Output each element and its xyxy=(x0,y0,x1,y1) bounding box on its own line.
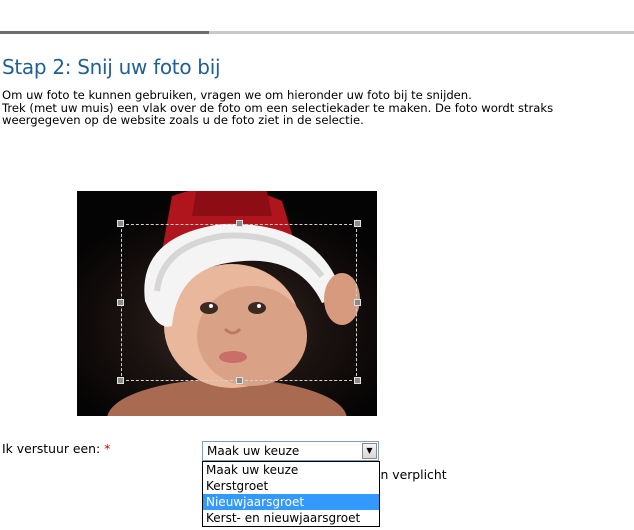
greeting-type-select[interactable]: Maak uw keuze ▼ xyxy=(202,441,379,461)
option-kerstgroet[interactable]: Kerstgroet xyxy=(203,478,379,494)
crop-handle-middle-left[interactable] xyxy=(117,299,124,306)
greeting-type-label-text: Ik verstuur een: xyxy=(2,441,101,456)
instruction-line: Om uw foto te kunnen gebruiken, vragen w… xyxy=(2,88,472,102)
crop-handle-bottom-middle[interactable] xyxy=(236,377,243,384)
instructions: Om uw foto te kunnen gebruiken, vragen w… xyxy=(2,89,627,127)
option-kerst-en-nieuwjaarsgroet[interactable]: Kerst- en nieuwjaarsgroet xyxy=(203,510,379,526)
crop-selection-box[interactable] xyxy=(121,224,357,381)
crop-handle-middle-right[interactable] xyxy=(354,299,361,306)
greeting-type-options[interactable]: Maak uw keuze Kerstgroet Nieuwjaarsgroet… xyxy=(202,461,380,527)
crop-handle-bottom-left[interactable] xyxy=(117,377,124,384)
crop-handle-bottom-right[interactable] xyxy=(354,377,361,384)
progress-bar xyxy=(0,31,634,34)
crop-handle-top-left[interactable] xyxy=(117,220,124,227)
select-value: Maak uw keuze xyxy=(207,444,300,458)
option-maak-uw-keuze[interactable]: Maak uw keuze xyxy=(203,462,379,478)
required-marker: * xyxy=(104,441,111,456)
required-note: jn verplicht xyxy=(377,467,447,482)
instruction-line: weergegeven op de website zoals u de fot… xyxy=(2,113,364,127)
crop-handle-top-right[interactable] xyxy=(354,220,361,227)
dropdown-arrow-icon[interactable]: ▼ xyxy=(362,443,377,459)
crop-handle-top-middle[interactable] xyxy=(236,220,243,227)
option-nieuwjaarsgroet[interactable]: Nieuwjaarsgroet xyxy=(203,494,379,510)
progress-bar-fill xyxy=(0,31,210,34)
page-title: Stap 2: Snij uw foto bij xyxy=(2,55,221,79)
greeting-type-label: Ik verstuur een: * xyxy=(2,441,110,456)
